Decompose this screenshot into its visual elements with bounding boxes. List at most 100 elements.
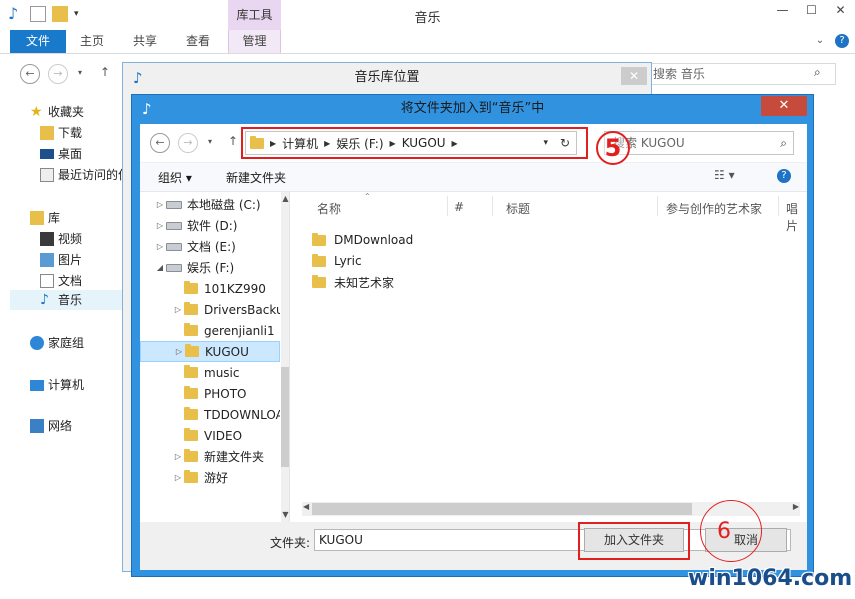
tree-item[interactable]: gerenjianli1 xyxy=(140,320,280,341)
tab-manage[interactable]: 管理 xyxy=(228,30,281,53)
document-icon xyxy=(40,274,54,288)
help-icon[interactable]: ? xyxy=(835,34,849,48)
expanded-arrow-icon[interactable]: ◢ xyxy=(154,263,166,272)
folder-icon xyxy=(184,449,198,462)
expand-arrow-icon[interactable]: ▷ xyxy=(154,242,166,251)
tree-item[interactable]: ▷ 本地磁盘 (C:) xyxy=(140,194,280,215)
tree-item-label: 101KZ990 xyxy=(204,281,266,296)
column-artist[interactable]: 参与创作的艺术家 xyxy=(666,200,762,217)
tree-item-label: 文档 (E:) xyxy=(187,240,236,254)
scroll-left-icon[interactable]: ◀ xyxy=(303,502,309,511)
up-arrow-icon[interactable]: ↑ xyxy=(228,134,238,148)
drive-icon xyxy=(166,263,182,272)
dialog-close-button[interactable]: ✕ xyxy=(621,67,647,85)
nav-videos[interactable]: 视频 xyxy=(40,229,82,249)
nav-network-label: 网络 xyxy=(48,419,73,433)
folder-icon xyxy=(184,470,198,483)
view-options-icon[interactable]: ☷ ▾ xyxy=(714,168,735,182)
scroll-right-icon[interactable]: ▶ xyxy=(793,502,799,511)
tree-item[interactable]: ◢ 娱乐 (F:) xyxy=(140,257,280,278)
column-divider[interactable] xyxy=(492,196,493,216)
recent-dropdown-icon[interactable]: ▾ xyxy=(78,68,82,77)
scroll-down-icon[interactable]: ▼ xyxy=(281,510,289,519)
tree-item[interactable]: ▷ 新建文件夹 xyxy=(140,446,280,467)
minimize-button[interactable]: — xyxy=(768,0,797,22)
add-folder-button[interactable]: 加入文件夹 xyxy=(584,528,684,552)
tree-item[interactable]: music xyxy=(140,362,280,383)
drive-icon xyxy=(166,200,182,209)
nav-music-label: 音乐 xyxy=(58,293,83,307)
maximize-button[interactable]: ☐ xyxy=(797,0,826,22)
back-button[interactable]: ← xyxy=(150,133,170,153)
folder-search-input[interactable]: 搜索 KUGOU ⌕ xyxy=(604,131,794,155)
search-icon: ⌕ xyxy=(814,65,821,79)
list-item[interactable]: Lyric xyxy=(312,251,362,271)
forward-button[interactable]: → xyxy=(178,133,198,153)
file-list: ⌃ 名称 # 标题 参与创作的艺术家 唱片 DMDownload Lyric 未… xyxy=(292,192,807,522)
column-divider[interactable] xyxy=(778,196,779,216)
tree-item[interactable]: ▷ 软件 (D:) xyxy=(140,215,280,236)
tree-item[interactable]: ▷ DriversBackup xyxy=(140,299,280,320)
forward-button[interactable]: → xyxy=(48,64,68,84)
up-arrow-icon[interactable]: ↑ xyxy=(100,65,110,79)
tree-item[interactable]: ▷ 文档 (E:) xyxy=(140,236,280,257)
tree-item[interactable]: ▷ 游好 xyxy=(140,467,280,488)
list-item[interactable]: DMDownload xyxy=(312,230,413,250)
expand-arrow-icon[interactable]: ▷ xyxy=(172,305,184,314)
expand-arrow-icon[interactable]: ▷ xyxy=(172,452,184,461)
back-button[interactable]: ← xyxy=(20,64,40,84)
nav-downloads-label: 下载 xyxy=(58,126,83,140)
column-divider[interactable] xyxy=(657,196,658,216)
new-folder-button[interactable]: 新建文件夹 xyxy=(226,169,286,186)
nav-recent[interactable]: 最近访问的位置 xyxy=(40,165,125,185)
drive-icon xyxy=(166,221,182,230)
tree-item[interactable]: ▷ KUGOU xyxy=(140,341,280,362)
tab-home[interactable]: 主页 xyxy=(68,30,116,53)
nav-documents[interactable]: 文档 xyxy=(40,271,82,291)
nav-music[interactable]: ♪ 音乐 xyxy=(10,290,125,310)
tree-item[interactable]: VIDEO xyxy=(140,425,280,446)
expand-ribbon-icon[interactable]: ⌄ xyxy=(813,34,827,48)
nav-libraries[interactable]: 库 xyxy=(30,208,60,228)
nav-downloads[interactable]: 下载 xyxy=(40,123,82,143)
vertical-scroll-thumb[interactable] xyxy=(281,367,289,467)
address-highlight-frame xyxy=(241,127,588,159)
column-divider[interactable] xyxy=(447,196,448,216)
dialog-close-button[interactable]: ✕ xyxy=(761,96,807,116)
nav-homegroup[interactable]: 家庭组 xyxy=(30,333,84,353)
nav-favorites[interactable]: ★ 收藏夹 xyxy=(30,102,84,122)
nav-libraries-label: 库 xyxy=(48,211,61,225)
expand-arrow-icon[interactable]: ▷ xyxy=(173,347,185,356)
recent-dropdown-icon[interactable]: ▾ xyxy=(208,137,212,146)
homegroup-icon xyxy=(30,336,44,350)
tree-item[interactable]: 101KZ990 xyxy=(140,278,280,299)
list-item[interactable]: 未知艺术家 xyxy=(312,272,394,292)
scroll-up-icon[interactable]: ▲ xyxy=(281,194,289,203)
tab-view[interactable]: 查看 xyxy=(174,30,222,53)
column-name[interactable]: 名称 xyxy=(317,200,341,217)
expand-arrow-icon[interactable]: ▷ xyxy=(154,200,166,209)
horizontal-scroll-thumb[interactable] xyxy=(312,503,692,515)
close-button[interactable]: ✕ xyxy=(826,0,855,22)
folder-icon xyxy=(184,365,198,378)
column-title[interactable]: 标题 xyxy=(506,200,530,217)
nav-pictures[interactable]: 图片 xyxy=(40,250,82,270)
tree-item[interactable]: PHOTO xyxy=(140,383,280,404)
dialog-title: 音乐库位置 xyxy=(123,63,651,93)
column-album[interactable]: 唱片 xyxy=(786,200,807,234)
organize-button[interactable]: 组织 ▾ xyxy=(158,169,192,186)
window-controls: — ☐ ✕ xyxy=(768,0,855,22)
nav-desktop[interactable]: 桌面 xyxy=(40,144,82,164)
desktop-icon xyxy=(40,149,54,159)
nav-computer[interactable]: 计算机 xyxy=(30,375,84,395)
explorer-search-input[interactable]: 搜索 音乐 xyxy=(640,63,836,85)
expand-arrow-icon[interactable]: ▷ xyxy=(154,221,166,230)
column-number[interactable]: # xyxy=(454,200,464,214)
tab-share[interactable]: 共享 xyxy=(121,30,169,53)
help-icon[interactable]: ? xyxy=(777,169,791,183)
nav-network[interactable]: 网络 xyxy=(30,416,72,436)
tab-file[interactable]: 文件 xyxy=(10,30,66,53)
vertical-scrollbar[interactable]: ▲ ▼ xyxy=(281,192,289,522)
tree-item[interactable]: TDDOWNLOAD xyxy=(140,404,280,425)
expand-arrow-icon[interactable]: ▷ xyxy=(172,473,184,482)
